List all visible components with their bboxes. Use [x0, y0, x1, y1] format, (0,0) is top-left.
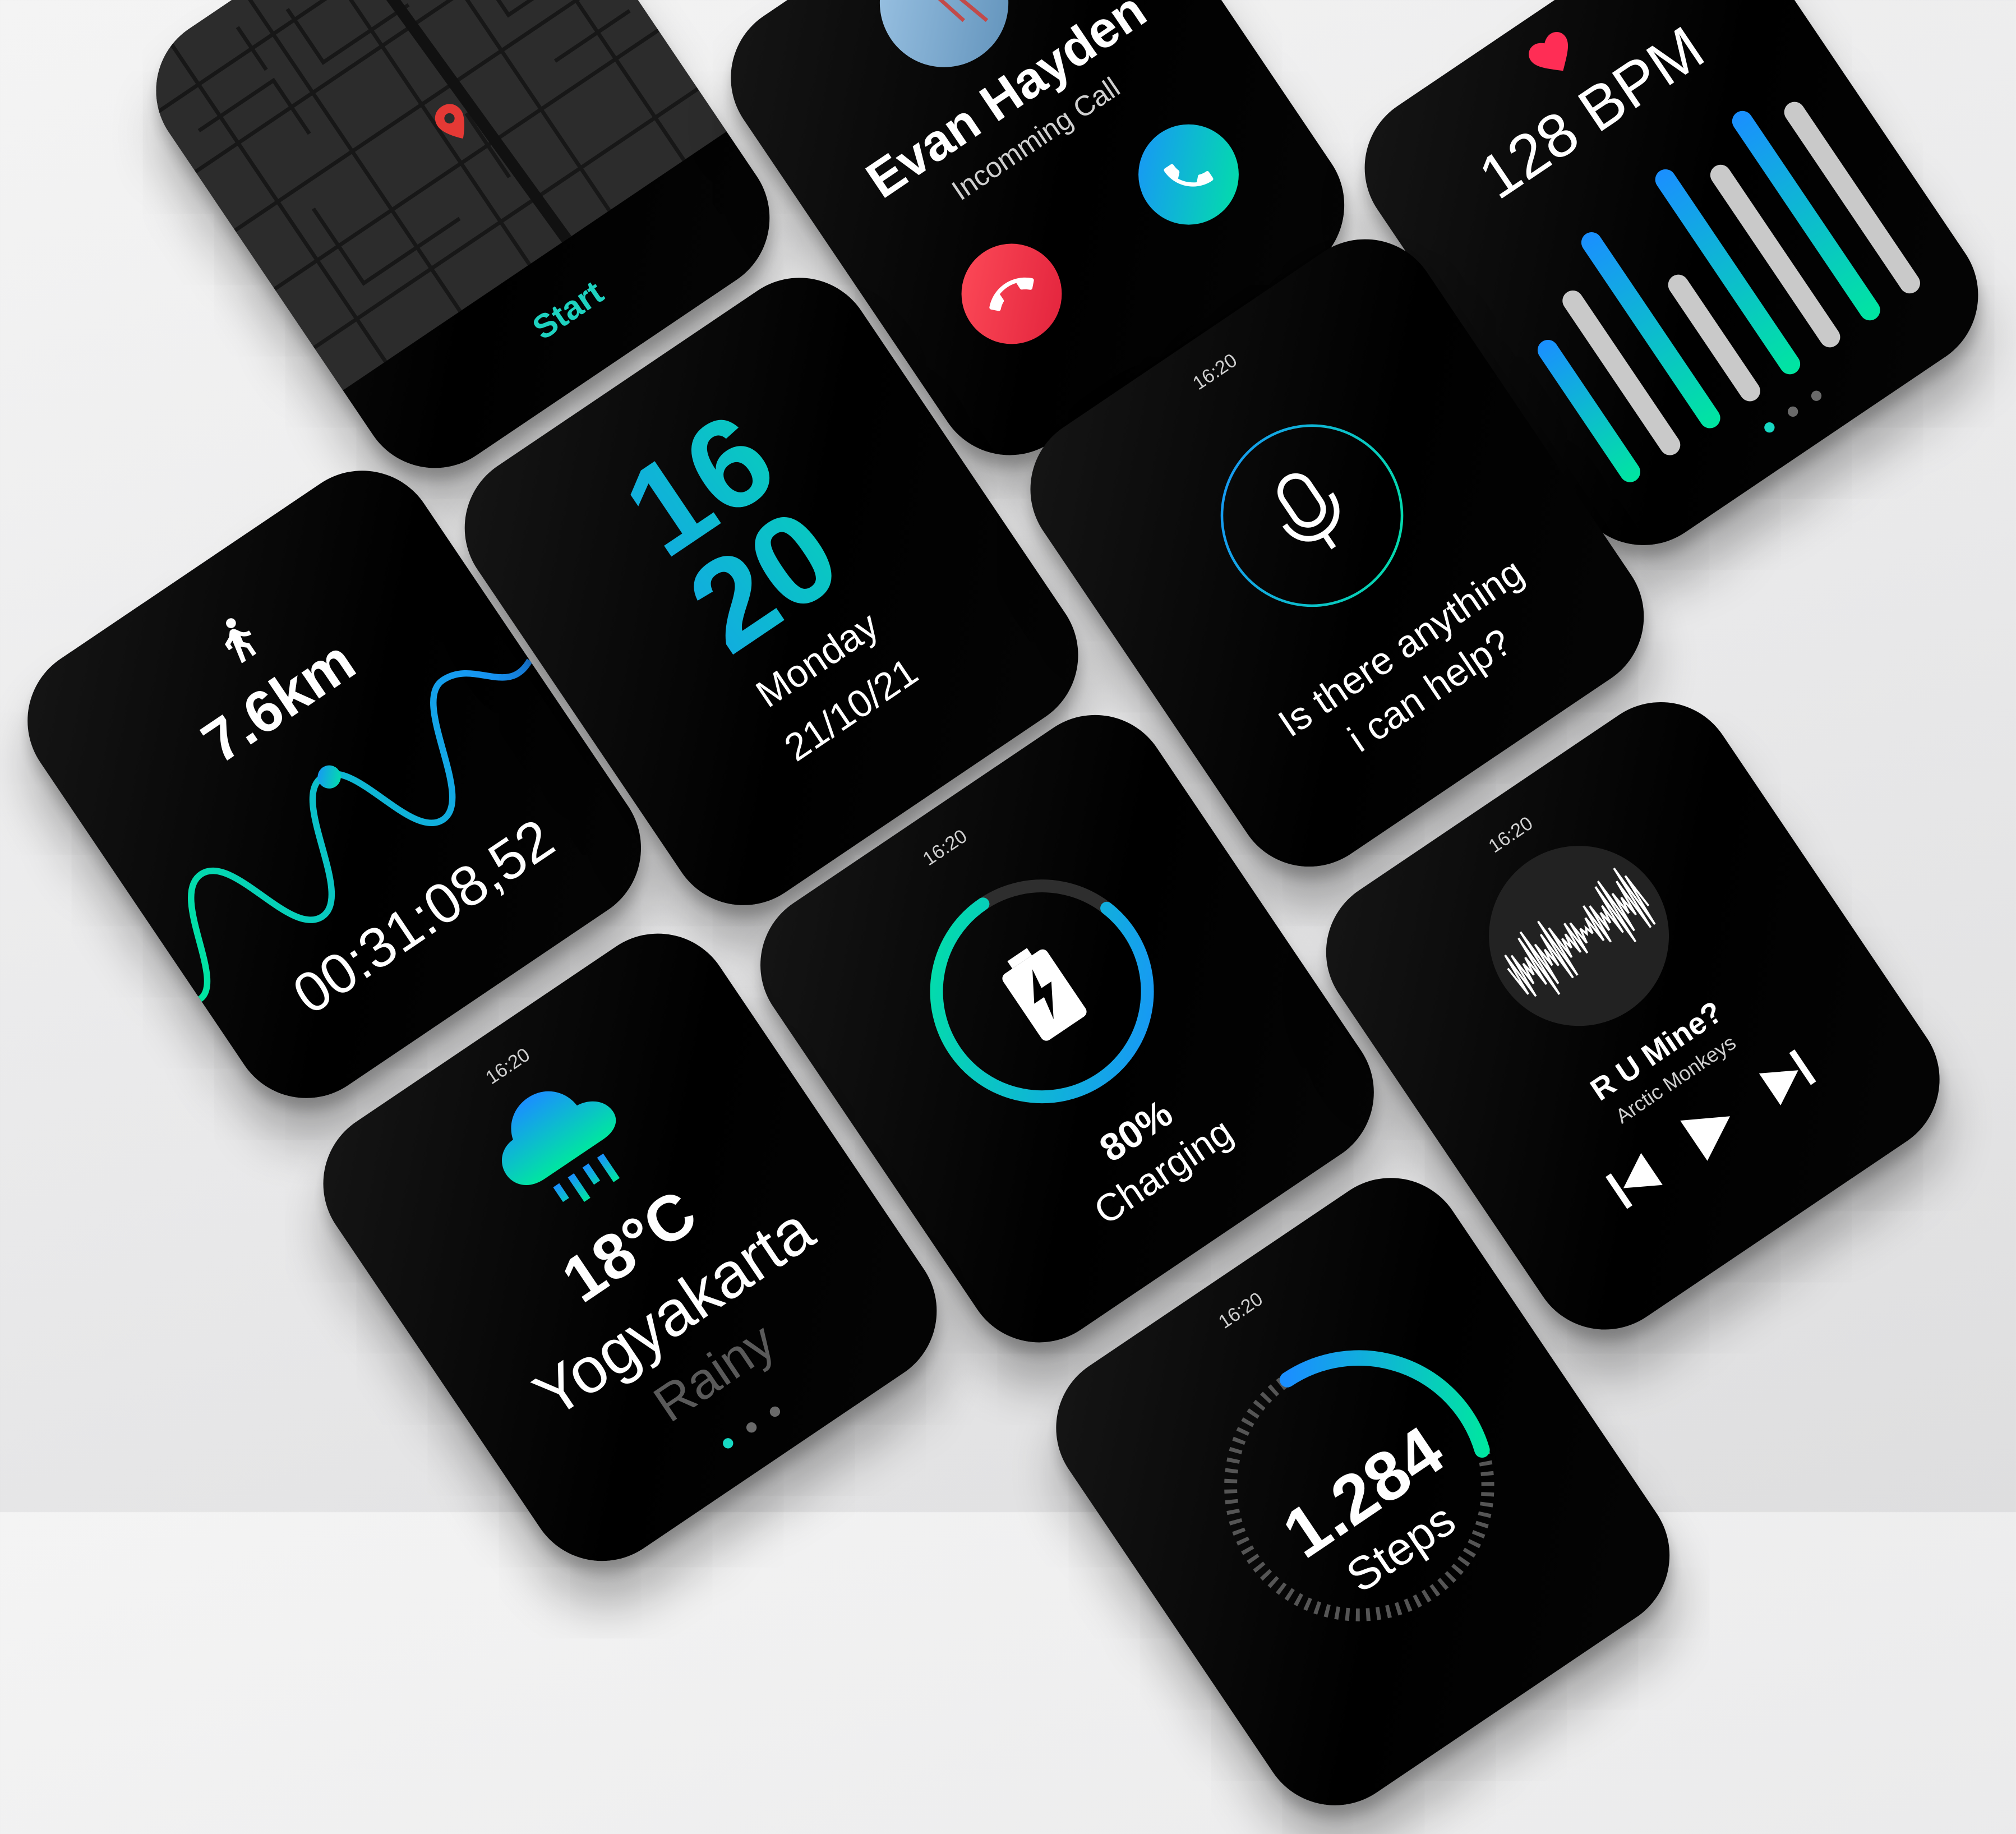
- next-track-icon[interactable]: [1759, 1049, 1816, 1106]
- page-dot-1[interactable]: [1762, 420, 1777, 435]
- heart-icon: [1529, 32, 1568, 71]
- heart-rate-bar: [1562, 290, 1681, 455]
- decline-call-icon: [989, 277, 1034, 311]
- decline-call-button[interactable]: [942, 224, 1082, 364]
- previous-track-icon[interactable]: [1605, 1153, 1663, 1209]
- play-icon[interactable]: [1680, 1096, 1743, 1161]
- accept-call-button[interactable]: [1119, 105, 1258, 245]
- page-dot-3[interactable]: [768, 1404, 782, 1419]
- sound-wave-line: [1504, 867, 1656, 997]
- page-dot-1[interactable]: [721, 1436, 736, 1451]
- page-dot-2[interactable]: [744, 1420, 759, 1435]
- page-dot-2[interactable]: [1786, 404, 1800, 419]
- running-icon: [225, 618, 257, 663]
- watch-ui-showcase: Start Evan Hayden Incomming Call 128 BPM: [0, 0, 2016, 1834]
- page-dot-3[interactable]: [1809, 388, 1824, 403]
- map-view[interactable]: [127, 0, 727, 390]
- phone-icon: [1164, 164, 1214, 187]
